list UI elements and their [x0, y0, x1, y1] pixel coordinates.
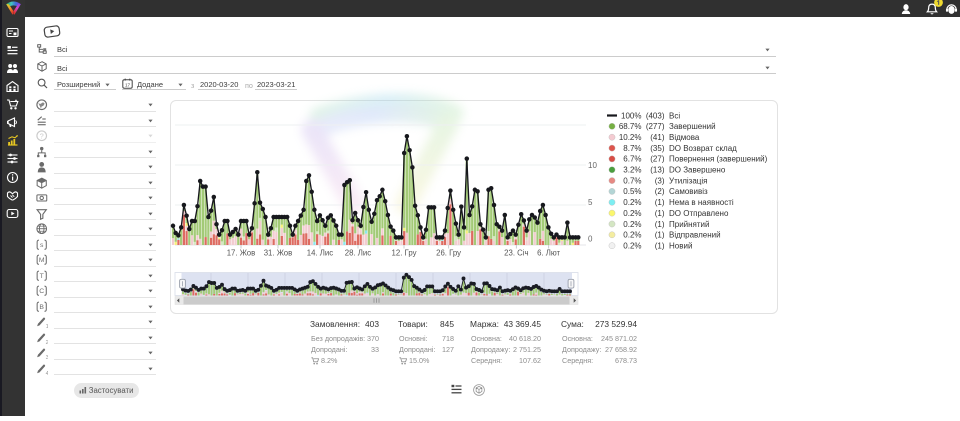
svg-text:(2): (2)	[655, 187, 665, 196]
svg-text:0.2%: 0.2%	[623, 198, 641, 207]
svg-text:8.7%: 8.7%	[623, 144, 641, 153]
svg-text:DO Отправлено: DO Отправлено	[669, 209, 729, 218]
svg-text:100%: 100%	[621, 111, 641, 120]
svg-text:(277): (277)	[646, 122, 665, 131]
svg-text:(1): (1)	[655, 242, 665, 251]
svg-text:Утилізація: Утилізація	[669, 176, 707, 185]
svg-text:(13): (13)	[650, 166, 665, 175]
svg-text:Прийнятий: Прийнятий	[669, 220, 710, 229]
svg-text:Новий: Новий	[669, 242, 692, 251]
svg-text:DO Завершено: DO Завершено	[669, 166, 726, 175]
svg-text:14. Лис: 14. Лис	[307, 249, 333, 258]
svg-text:68.7%: 68.7%	[619, 122, 642, 131]
svg-text:(35): (35)	[650, 144, 665, 153]
svg-text:(1): (1)	[655, 220, 665, 229]
svg-text:6. Лют: 6. Лют	[537, 249, 560, 258]
svg-text:Всі: Всі	[669, 111, 680, 120]
svg-text:(27): (27)	[650, 155, 665, 164]
svg-text:Відмова: Відмова	[669, 133, 700, 142]
svg-text:28. Лис: 28. Лис	[345, 249, 371, 258]
svg-text:10.2%: 10.2%	[619, 133, 642, 142]
svg-text:0: 0	[588, 235, 593, 244]
svg-text:0.2%: 0.2%	[623, 242, 641, 251]
svg-text:(1): (1)	[655, 198, 665, 207]
svg-text:Відправлений: Відправлений	[669, 231, 721, 240]
svg-text:(3): (3)	[655, 176, 665, 185]
svg-text:Самовивіз: Самовивіз	[669, 187, 708, 196]
svg-text:12. Гру: 12. Гру	[392, 249, 417, 258]
svg-text:6.7%: 6.7%	[623, 155, 641, 164]
svg-text:3.2%: 3.2%	[623, 166, 641, 175]
svg-text:(41): (41)	[650, 133, 665, 142]
svg-text:0.2%: 0.2%	[623, 231, 641, 240]
svg-text:(1): (1)	[655, 231, 665, 240]
svg-text:5: 5	[588, 198, 593, 207]
svg-text:10: 10	[588, 161, 597, 170]
svg-text:(1): (1)	[655, 209, 665, 218]
svg-text:(403): (403)	[646, 111, 665, 120]
svg-text:Завершений: Завершений	[669, 122, 716, 131]
svg-text:Повернення (завершений): Повернення (завершений)	[669, 155, 768, 164]
svg-text:31. Жов: 31. Жов	[264, 249, 293, 258]
svg-text:26. Гру: 26. Гру	[436, 249, 461, 258]
svg-text:0.7%: 0.7%	[623, 176, 641, 185]
svg-text:17. Жов: 17. Жов	[227, 249, 256, 258]
svg-text:23. Січ: 23. Січ	[504, 249, 528, 258]
svg-text:Нема в наявності: Нема в наявності	[669, 198, 734, 207]
svg-text:0.2%: 0.2%	[623, 209, 641, 218]
svg-text:0.5%: 0.5%	[623, 187, 641, 196]
svg-text:DO Возврат склад: DO Возврат склад	[669, 144, 737, 153]
svg-text:0.2%: 0.2%	[623, 220, 641, 229]
